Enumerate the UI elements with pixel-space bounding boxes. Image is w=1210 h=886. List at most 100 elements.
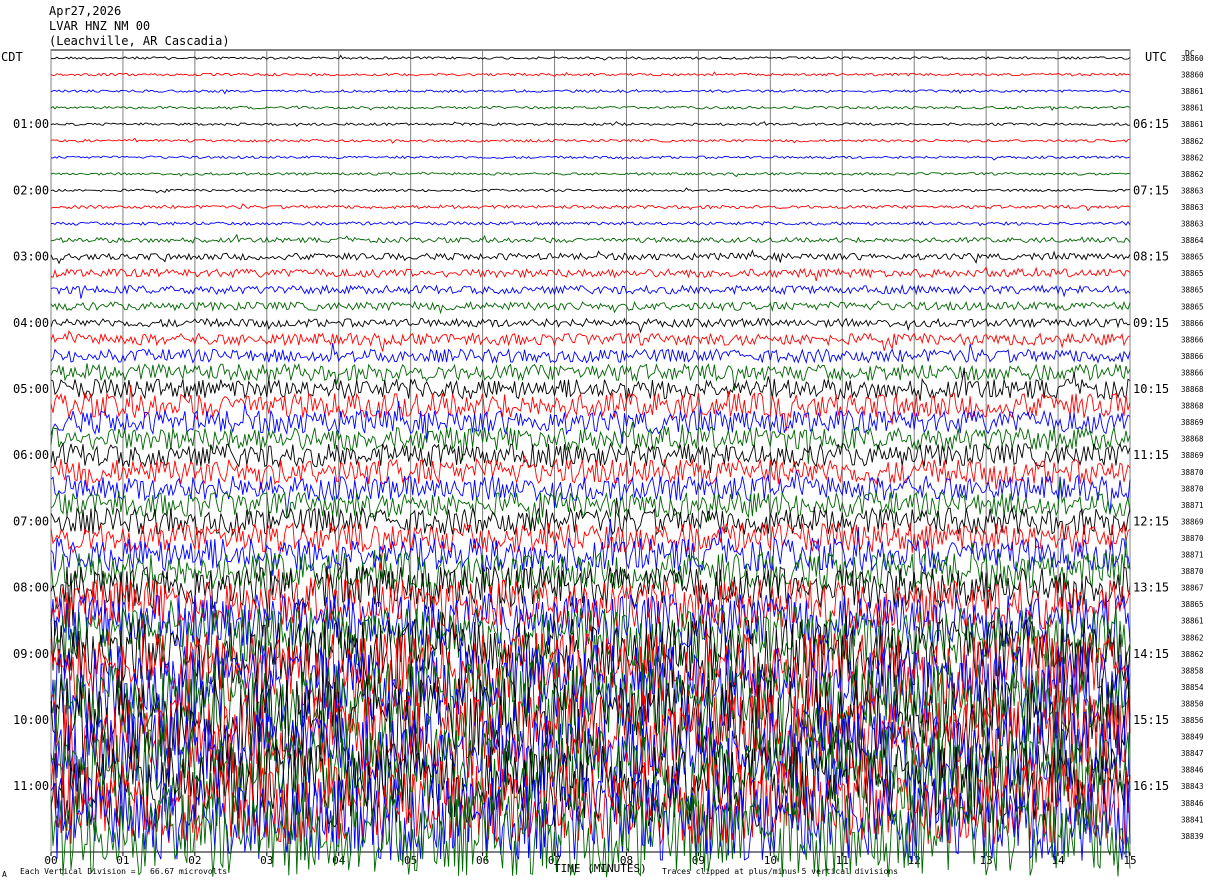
dc-offset-label: 38861	[1181, 120, 1204, 129]
dc-offset-label: 38846	[1181, 766, 1204, 775]
trace-line	[50, 283, 1131, 299]
trace-line	[50, 137, 1130, 144]
dc-offset-label: 38850	[1181, 699, 1204, 708]
x-tick-label: 03	[260, 854, 273, 867]
left-hour-label: 02:00	[13, 183, 49, 197]
left-hour-label: 07:00	[13, 514, 49, 528]
dc-offset-label: 38866	[1181, 319, 1204, 328]
trace-line	[50, 187, 1131, 194]
left-hour-label: 05:00	[13, 382, 49, 396]
right-hour-label: 12:15	[1133, 514, 1169, 528]
dc-offset-label: 38862	[1181, 153, 1204, 162]
clip-note: Traces clipped at plus/minus 5 vertical …	[662, 867, 899, 876]
left-hour-label: 03:00	[13, 250, 49, 264]
left-hour-label: 01:00	[13, 117, 49, 131]
trace-line	[50, 342, 1131, 364]
scale-note: Each Vertical Division = 66.67 microvolt…	[20, 867, 228, 876]
left-hour-label: 11:00	[13, 779, 49, 793]
dc-offset-label: 38846	[1181, 799, 1204, 808]
dc-offset-label: 38854	[1181, 683, 1204, 692]
trace-line	[50, 203, 1131, 212]
left-hour-label: 08:00	[13, 581, 49, 595]
left-hour-label: 09:00	[13, 647, 49, 661]
trace-line	[50, 105, 1131, 111]
dc-offset-label: 38867	[1181, 584, 1204, 593]
trace-line	[50, 220, 1131, 227]
dc-offset-label: 38863	[1181, 220, 1204, 229]
dc-offset-label: 38858	[1181, 666, 1204, 675]
dc-offset-label: 38865	[1181, 286, 1204, 295]
right-hour-label: 10:15	[1133, 382, 1169, 396]
dc-offset-label: 38866	[1181, 352, 1204, 361]
trace-line	[50, 497, 1131, 541]
dc-offset-label: 38866	[1181, 368, 1204, 377]
dc-offset-label: 38839	[1181, 832, 1204, 841]
trace-line	[50, 88, 1131, 95]
dc-offset-label: 38869	[1181, 451, 1204, 460]
dc-offset-label: 38862	[1181, 633, 1204, 642]
right-hour-label: 11:15	[1133, 448, 1169, 462]
x-tick-label: 09	[692, 854, 705, 867]
left-hour-label: 10:00	[13, 713, 49, 727]
dc-offset-label: 38871	[1181, 551, 1204, 560]
dc-offset-label: 38860	[1181, 54, 1204, 63]
dc-offset-label: 38864	[1181, 236, 1204, 245]
plot-frame	[50, 49, 1131, 853]
dc-offset-label: 38870	[1181, 468, 1204, 477]
right-hour-label: 06:15	[1133, 117, 1169, 131]
right-hour-label: 14:15	[1133, 647, 1169, 661]
dc-offset-label: 38868	[1181, 385, 1204, 394]
dc-offset-label: 38865	[1181, 253, 1204, 262]
dc-offset-label: 38861	[1181, 104, 1204, 113]
dc-offset-label: 38865	[1181, 269, 1204, 278]
trace-line	[50, 317, 1131, 334]
right-hour-label: 09:15	[1133, 316, 1169, 330]
dc-offset-label: 38868	[1181, 402, 1204, 411]
trace-line	[50, 266, 1131, 282]
dc-offset-label: 38847	[1181, 749, 1204, 758]
trace-line	[50, 300, 1131, 315]
dc-offset-label: 38871	[1181, 501, 1204, 510]
trace-line	[50, 249, 1131, 265]
trace-line	[50, 155, 1131, 161]
trace-line	[50, 54, 1131, 61]
dc-offset-label: 38861	[1181, 617, 1204, 626]
dc-offset-label: 38856	[1181, 716, 1204, 725]
dc-offset-label: 38869	[1181, 418, 1204, 427]
dc-offset-label: 38863	[1181, 186, 1204, 195]
helicorder-plot: 00 01 02 03 04 05 06 07 08 09 10 11 12 13 14 1538860388…	[13, 49, 1204, 878]
dc-offset-label: 38860	[1181, 71, 1204, 80]
trace-line	[50, 384, 1131, 431]
dc-offset-label: 38870	[1181, 484, 1204, 493]
dc-offset-label: 38869	[1181, 517, 1204, 526]
right-hour-label: 13:15	[1133, 581, 1169, 595]
left-hour-label: 04:00	[13, 316, 49, 330]
dc-offset-label: 38865	[1181, 302, 1204, 311]
trace-line	[50, 422, 1131, 464]
dc-offset-label: 38865	[1181, 600, 1204, 609]
left-hour-label: 06:00	[13, 448, 49, 462]
right-hour-label: 15:15	[1133, 713, 1169, 727]
x-tick-label: 00	[44, 854, 57, 867]
dc-offset-label: 38862	[1181, 650, 1204, 659]
dc-offset-label: 38861	[1181, 87, 1204, 96]
dc-offset-label: 38870	[1181, 567, 1204, 576]
trace-line	[50, 470, 1131, 516]
dc-offset-label: 38870	[1181, 534, 1204, 543]
trace-line	[50, 330, 1131, 352]
dc-offset-label: 38843	[1181, 782, 1204, 791]
right-hour-label: 16:15	[1133, 779, 1169, 793]
dc-offset-label: 38866	[1181, 335, 1204, 344]
right-hour-label: 08:15	[1133, 250, 1169, 264]
corner-mark: A	[2, 870, 7, 879]
x-tick-label: 13	[980, 854, 993, 867]
dc-offset-label: 38868	[1181, 435, 1204, 444]
trace-line	[50, 71, 1131, 77]
dc-offset-label: 38862	[1181, 170, 1204, 179]
trace-line	[50, 121, 1131, 127]
right-hour-label: 07:15	[1133, 183, 1169, 197]
x-tick-label: 02	[188, 854, 201, 867]
dc-offset-label: 38863	[1181, 203, 1204, 212]
x-axis-title: TIME (MINUTES)	[554, 862, 647, 875]
trace-line	[50, 233, 1131, 244]
